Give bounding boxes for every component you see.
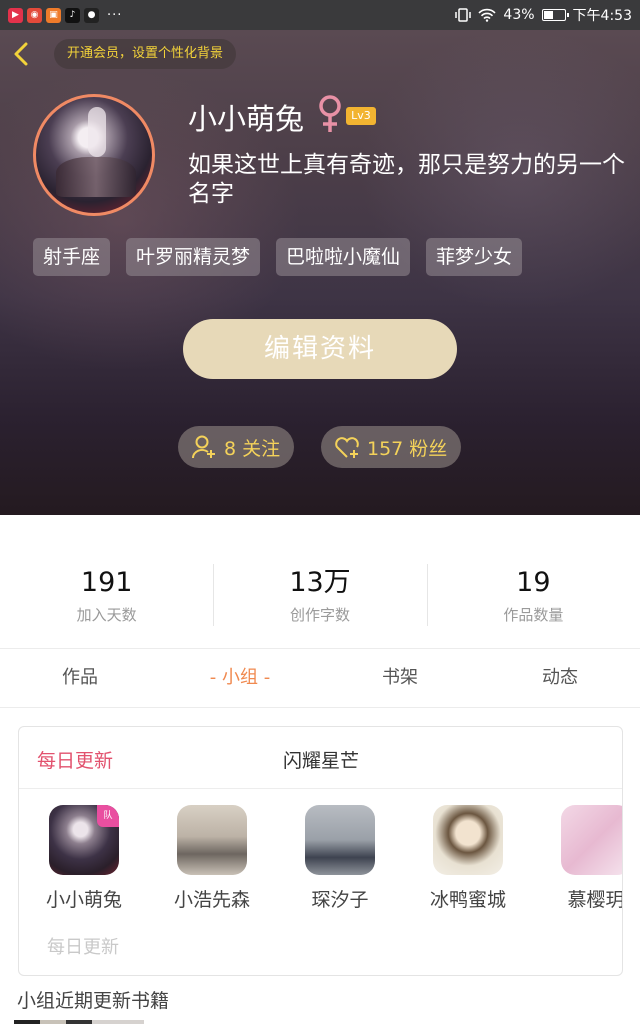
stat-label: 创作字数 (289, 606, 350, 624)
tiktok-icon: ♪ (65, 7, 80, 23)
tab-activity[interactable]: 动态 (480, 649, 640, 707)
app-dark-icon: ● (84, 7, 99, 23)
tab-works[interactable]: 作品 (0, 649, 160, 707)
member-avatar (561, 805, 622, 875)
leader-badge: 队 (97, 805, 119, 827)
signature: 如果这世上真有奇迹，那只是努力的另一个名字 (188, 152, 625, 207)
member-name: 慕樱玥 (567, 889, 623, 911)
stat-value: 191 (80, 567, 133, 598)
profile-tabs: 作品 - 小组 - 书架 动态 (0, 648, 640, 708)
member-avatar (305, 805, 375, 875)
member-list: 队 小小萌兔 小浩先森 琛汐子 冰鸭蜜城 慕樱玥 (19, 805, 623, 915)
group-card-header: 每日更新 闪耀星芒 (19, 727, 622, 789)
recent-books-title: 小组近期更新书籍 (17, 990, 170, 1012)
member-avatar: 队 (49, 805, 119, 875)
tab-group[interactable]: - 小组 - (160, 649, 320, 707)
member-name: 小浩先森 (173, 889, 250, 911)
member-avatar (433, 805, 503, 875)
tag[interactable]: 菲梦少女 (426, 238, 523, 276)
add-user-icon (191, 435, 215, 459)
heart-plus-icon (335, 437, 359, 458)
battery-icon (541, 9, 569, 21)
member-item[interactable]: 小浩先森 (157, 805, 267, 912)
following-button[interactable]: 8 关注 (178, 426, 295, 468)
stat-works-count: 19 作品数量 (426, 564, 640, 628)
profile-header: 开通会员，设置个性化背景 小小萌兔 Lv3 如果这世上真有奇迹，那只是努力的另一… (0, 30, 640, 515)
member-name: 小小萌兔 (45, 889, 122, 911)
stats-row: 191 加入天数 13万 创作字数 19 作品数量 (0, 564, 640, 628)
group-card[interactable]: 每日更新 闪耀星芒 队 小小萌兔 小浩先森 琛汐子 冰鸭蜜城 慕樱玥 每日更新 (18, 726, 623, 976)
tag[interactable]: 巴啦啦小魔仙 (276, 238, 411, 276)
clock: 下午4:53 (572, 8, 632, 24)
stat-value: 19 (516, 567, 551, 598)
daily-update-footer: 每日更新 (47, 937, 119, 958)
stat-label: 作品数量 (503, 606, 564, 624)
avatar[interactable] (33, 94, 155, 216)
app-orange-icon: ▣ (46, 7, 61, 23)
group-name[interactable]: 闪耀星芒 (283, 746, 359, 773)
member-item[interactable]: 队 小小萌兔 (29, 805, 139, 912)
vip-background-button[interactable]: 开通会员，设置个性化背景 (54, 39, 237, 69)
female-gender-icon (319, 95, 341, 132)
stat-value: 13万 (289, 567, 351, 598)
battery-percentage: 43% (503, 7, 535, 23)
book-cover-strip[interactable] (14, 1020, 144, 1024)
stat-join-days: 191 加入天数 (0, 566, 213, 628)
member-item[interactable]: 慕樱玥 (541, 805, 623, 912)
notification-icons: ▶ ◉ ▣ ♪ ● ··· (8, 7, 123, 23)
member-name: 冰鸭蜜城 (429, 889, 506, 911)
tag-list: 射手座 叶罗丽精灵梦 巴啦啦小魔仙 菲梦少女 (33, 238, 523, 276)
edit-profile-button[interactable]: 编辑资料 (183, 319, 457, 379)
video-app-icon: ▶ (8, 7, 23, 23)
tab-bookshelf[interactable]: 书架 (320, 649, 480, 707)
member-avatar (177, 805, 247, 875)
tag[interactable]: 叶罗丽精灵梦 (126, 238, 261, 276)
more-notifications-icon: ··· (107, 7, 123, 23)
following-count: 8 关注 (224, 437, 281, 460)
tag[interactable]: 射手座 (33, 238, 111, 276)
wifi-icon (478, 8, 497, 22)
member-item[interactable]: 琛汐子 (285, 805, 395, 912)
level-badge: Lv3 (346, 107, 376, 125)
member-item[interactable]: 冰鸭蜜城 (413, 805, 523, 912)
followers-button[interactable]: 157 粉丝 (321, 426, 462, 468)
app-red-icon: ◉ (27, 7, 42, 23)
member-name: 琛汐子 (311, 889, 369, 911)
nickname: 小小萌兔 (188, 102, 305, 136)
back-arrow-icon[interactable] (10, 42, 34, 66)
status-bar: ▶ ◉ ▣ ♪ ● ··· 43% 下午4:53 (0, 0, 640, 30)
stat-word-count: 13万 创作字数 (213, 564, 426, 628)
followers-count: 157 粉丝 (367, 437, 448, 460)
daily-update-label: 每日更新 (37, 750, 114, 772)
stat-label: 加入天数 (76, 606, 137, 624)
vibrate-icon (455, 8, 472, 22)
